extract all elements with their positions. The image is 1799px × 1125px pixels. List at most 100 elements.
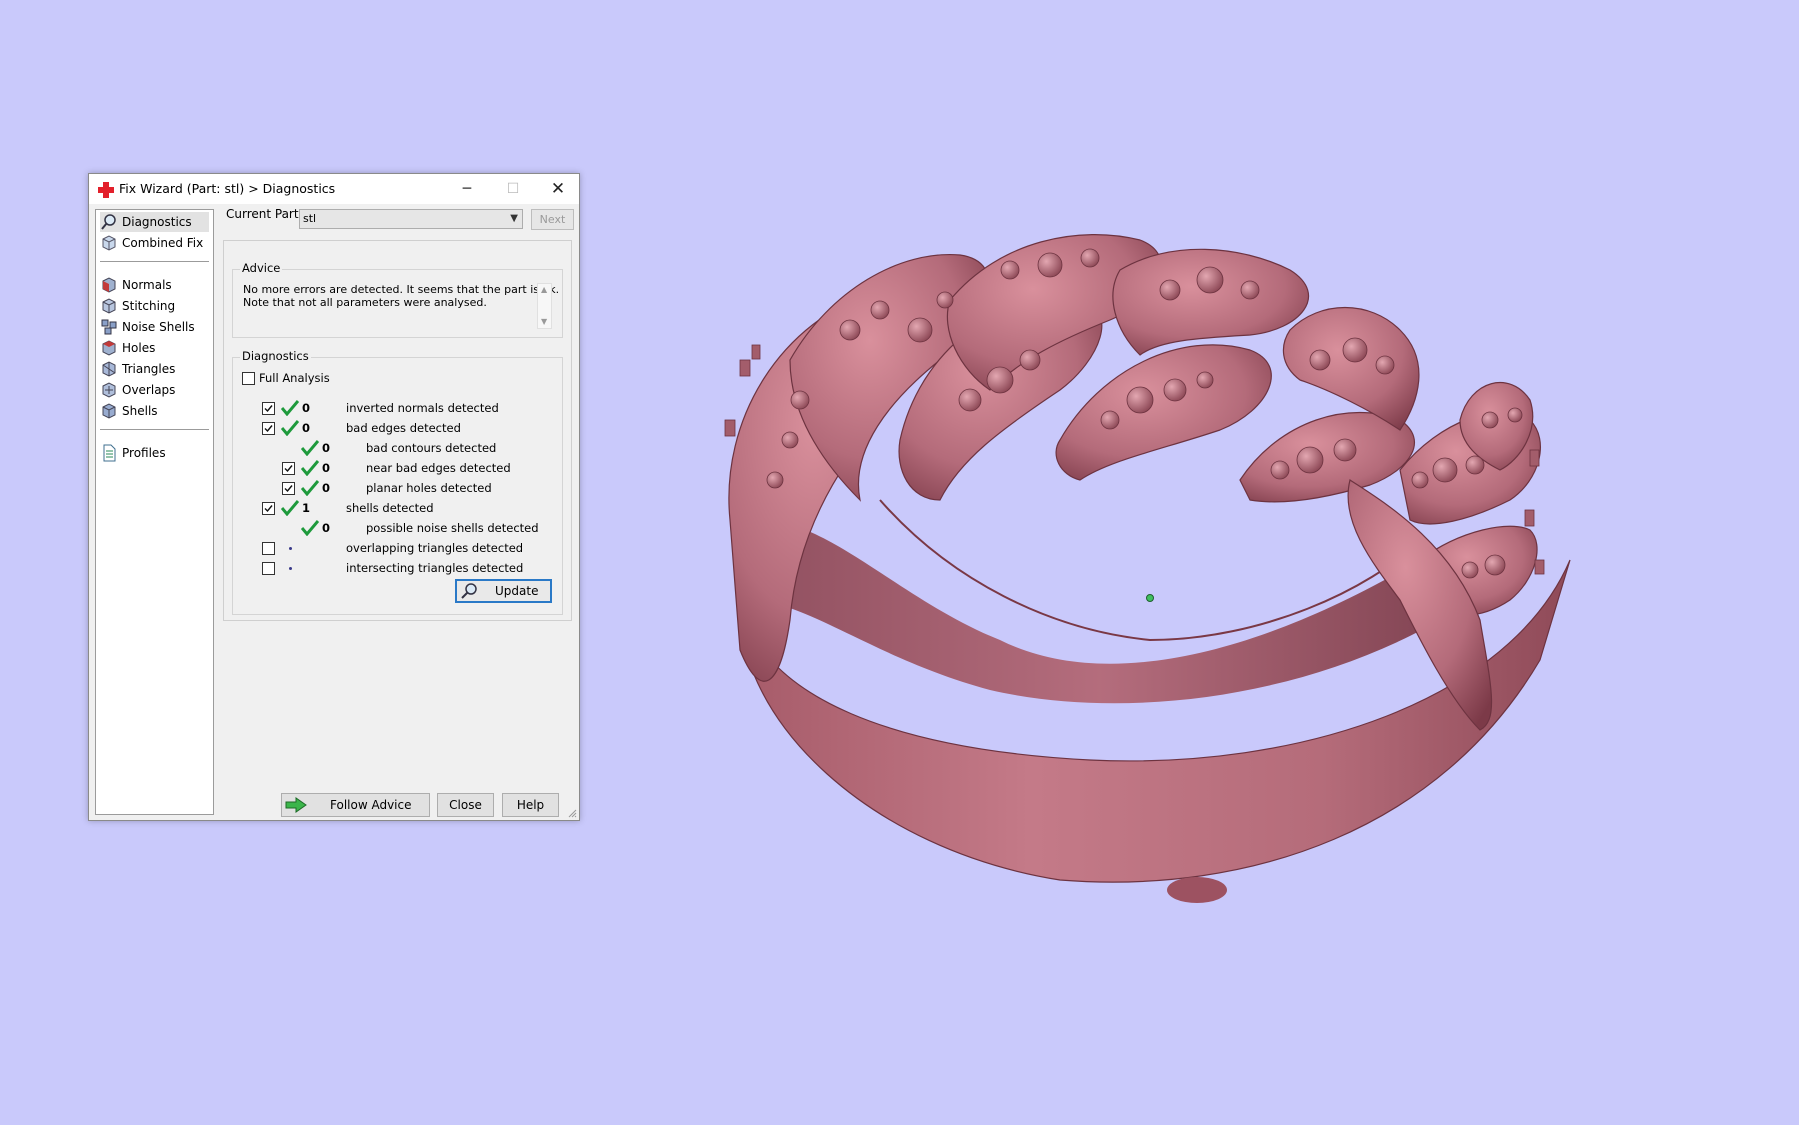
- diagnostics-heading: Diagnostics: [240, 349, 311, 363]
- check-ok-icon: [301, 520, 319, 536]
- close-window-button[interactable]: ✕: [536, 174, 580, 204]
- maximize-button[interactable]: ☐: [491, 174, 535, 204]
- scroll-down-icon: ▼: [541, 317, 548, 326]
- sidebar-item-label: Triangles: [122, 362, 176, 376]
- sidebar-item-combined-fix[interactable]: Combined Fix: [100, 233, 203, 253]
- row-label: near bad edges detected: [366, 461, 511, 475]
- sidebar-item-label: Holes: [122, 341, 156, 355]
- noise-shells-icon: [101, 319, 117, 335]
- row-count: 0: [322, 521, 331, 535]
- current-part-select[interactable]: stl ▼: [299, 209, 523, 229]
- current-part-value: stl: [303, 212, 317, 225]
- sidebar-item-triangles[interactable]: Triangles: [100, 359, 175, 379]
- stitching-cube-icon: [102, 298, 116, 314]
- sidebar-item-profiles[interactable]: Profiles: [100, 443, 166, 463]
- magnifier-icon: [101, 214, 116, 230]
- advice-scrollbar[interactable]: ▲ ▼: [537, 283, 552, 329]
- row-checkbox[interactable]: [262, 402, 275, 415]
- sidebar-item-label: Shells: [122, 404, 158, 418]
- overlaps-cube-icon: [102, 382, 116, 398]
- next-button[interactable]: Next: [531, 209, 574, 230]
- sidebar-item-label: Stitching: [122, 299, 176, 313]
- row-count: 0: [322, 481, 331, 495]
- full-analysis-checkbox[interactable]: [242, 372, 255, 385]
- row-checkbox[interactable]: [262, 542, 275, 555]
- row-label: inverted normals detected: [346, 401, 499, 415]
- check-ok-icon: [301, 480, 319, 496]
- row-checkbox[interactable]: [262, 502, 275, 515]
- check-ok-icon: [281, 400, 299, 416]
- window-title: Fix Wizard (Part: stl) > Diagnostics: [119, 181, 336, 196]
- diagnostics-panel: Advice No more errors are detected. It s…: [223, 240, 572, 621]
- sidebar-item-noise-shells[interactable]: Noise Shells: [100, 317, 195, 337]
- row-checkbox[interactable]: [262, 562, 275, 575]
- sidebar-item-shells[interactable]: Shells: [100, 401, 158, 421]
- sidebar-item-label: Noise Shells: [122, 320, 195, 334]
- sidebar-item-diagnostics[interactable]: Diagnostics: [100, 212, 209, 232]
- row-checkbox[interactable]: [282, 482, 295, 495]
- sidebar-item-label: Diagnostics: [122, 215, 192, 229]
- row-label: bad edges detected: [346, 421, 461, 435]
- row-count: 0: [322, 461, 331, 475]
- cube-icon: [102, 235, 116, 251]
- sidebar-item-holes[interactable]: Holes: [100, 338, 155, 358]
- advice-group: Advice No more errors are detected. It s…: [232, 261, 563, 338]
- minimize-button[interactable]: ─: [445, 174, 489, 204]
- advice-text: No more errors are detected. It seems th…: [243, 283, 560, 309]
- close-button[interactable]: Close: [437, 793, 494, 817]
- row-label: bad contours detected: [366, 441, 497, 455]
- green-arrow-icon: [285, 797, 307, 813]
- advice-line: Note that not all parameters were analys…: [243, 296, 487, 309]
- minimize-icon: ─: [462, 181, 472, 197]
- magnifier-icon: [461, 583, 477, 599]
- rotation-center-marker: [1146, 594, 1154, 602]
- sidebar-item-label: Combined Fix: [122, 236, 204, 250]
- advice-heading: Advice: [240, 261, 283, 275]
- follow-advice-button[interactable]: Follow Advice: [281, 793, 430, 817]
- row-count: 0: [302, 401, 311, 415]
- row-checkbox[interactable]: [282, 462, 295, 475]
- row-label: shells detected: [346, 501, 434, 515]
- wizard-sidebar: Diagnostics Combined Fix Normals Stitchi…: [95, 209, 214, 815]
- triangles-cube-icon: [102, 361, 116, 377]
- row-count: 1: [302, 501, 311, 515]
- row-count: 0: [322, 441, 331, 455]
- fix-wizard-dialog: Fix Wizard (Part: stl) > Diagnostics ─ ☐…: [88, 173, 580, 821]
- check-ok-icon: [281, 500, 299, 516]
- sidebar-item-label: Normals: [122, 278, 172, 292]
- sidebar-item-label: Profiles: [122, 446, 166, 460]
- resize-grip-icon[interactable]: [567, 808, 577, 818]
- update-button[interactable]: Update: [455, 579, 552, 603]
- normals-cube-icon: [102, 277, 116, 293]
- sidebar-divider: [100, 261, 209, 262]
- close-icon: ✕: [550, 179, 566, 199]
- row-label: planar holes detected: [366, 481, 492, 495]
- row-checkbox[interactable]: [262, 422, 275, 435]
- check-ok-icon: [281, 420, 299, 436]
- holes-cube-icon: [102, 340, 116, 356]
- help-button[interactable]: Help: [502, 793, 559, 817]
- sidebar-item-overlaps[interactable]: Overlaps: [100, 380, 175, 400]
- row-label: overlapping triangles detected: [346, 541, 524, 555]
- full-analysis-label: Full Analysis: [259, 371, 330, 385]
- check-ok-icon: [301, 440, 319, 456]
- sidebar-item-stitching[interactable]: Stitching: [100, 296, 175, 316]
- title-bar[interactable]: Fix Wizard (Part: stl) > Diagnostics ─ ☐…: [89, 174, 579, 204]
- maximize-icon: ☐: [506, 181, 520, 197]
- current-part-label: Current Part:: [226, 207, 303, 221]
- sidebar-item-label: Overlaps: [122, 383, 176, 397]
- diagnostics-group: Diagnostics Full Analysis 0 inverted nor…: [232, 349, 563, 615]
- sidebar-divider: [100, 429, 209, 430]
- update-label: Update: [495, 584, 539, 598]
- scroll-up-icon: ▲: [541, 285, 548, 294]
- red-cross-icon: [98, 182, 114, 198]
- advice-line: No more errors are detected. It seems th…: [243, 283, 560, 296]
- chevron-down-icon: ▼: [510, 213, 518, 224]
- check-ok-icon: [301, 460, 319, 476]
- document-icon: [103, 444, 116, 462]
- row-label: intersecting triangles detected: [346, 561, 524, 575]
- row-label: possible noise shells detected: [366, 521, 539, 535]
- sidebar-item-normals[interactable]: Normals: [100, 275, 172, 295]
- follow-advice-label: Follow Advice: [330, 798, 412, 812]
- row-count: 0: [302, 421, 311, 435]
